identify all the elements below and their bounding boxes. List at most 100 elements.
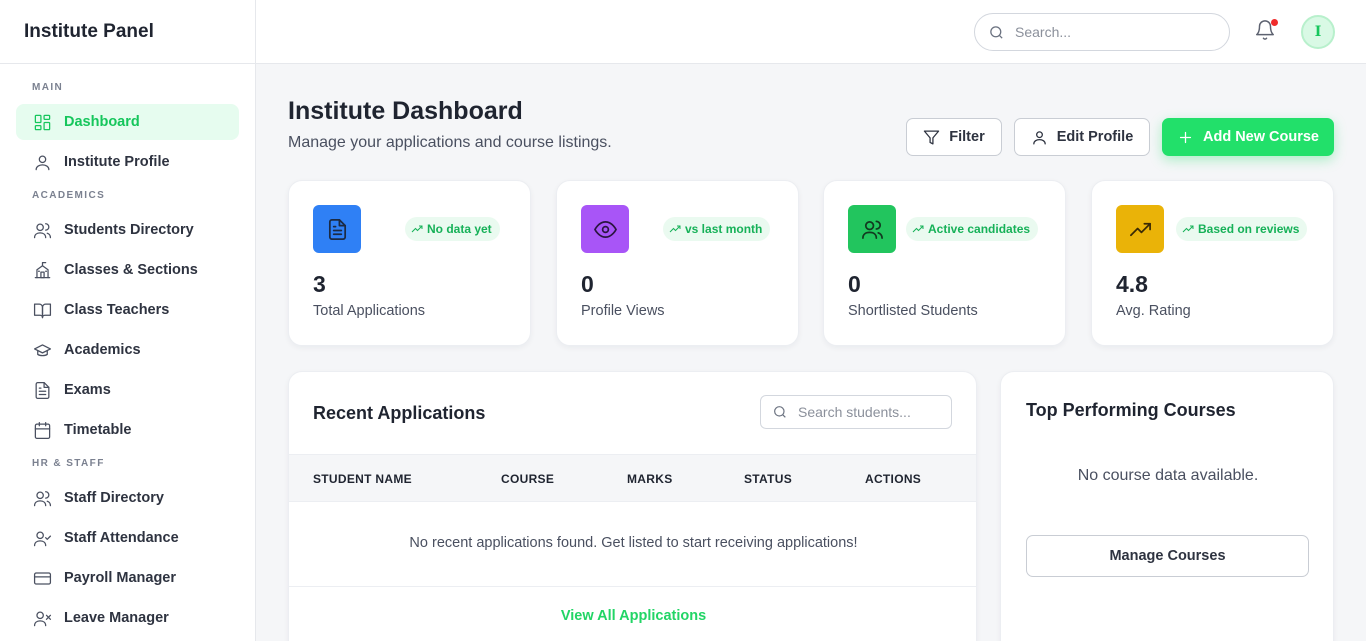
stat-label: Shortlisted Students (848, 303, 978, 319)
trend-up-icon (1182, 225, 1194, 233)
page-title: Institute Dashboard (288, 97, 523, 125)
users-icon (32, 488, 52, 508)
trend-up-icon (411, 225, 423, 233)
divider (289, 586, 976, 587)
edit-profile-button[interactable]: Edit Profile (1014, 118, 1150, 156)
stat-badge: vs last month (663, 217, 771, 241)
column-header-marks: MARKS (627, 472, 673, 486)
stat-card-shortlisted-students: Active candidates 0 Shortlisted Students (823, 180, 1066, 346)
manage-courses-button[interactable]: Manage Courses (1026, 535, 1309, 577)
sidebar-item-label: Exams (64, 382, 111, 398)
trending-up-icon (1129, 222, 1151, 236)
top-courses-card: Top Performing Courses No course data av… (1000, 371, 1334, 641)
sidebar-nav: MAIN Dashboard Institute Profile ACADEMI… (0, 64, 255, 636)
stat-value: 4.8 (1116, 271, 1148, 297)
sidebar-item-label: Staff Attendance (64, 530, 179, 546)
top-courses-title: Top Performing Courses (1026, 400, 1236, 420)
dashboard-grid-icon (32, 112, 52, 132)
column-header-actions: ACTIONS (865, 472, 922, 486)
calendar-icon (32, 420, 52, 440)
sidebar-item-label: Timetable (64, 422, 132, 438)
notification-dot (1271, 19, 1278, 26)
sidebar-item-staff-directory[interactable]: Staff Directory (16, 480, 239, 516)
sidebar-item-label: Academics (64, 342, 141, 358)
stat-value: 0 (848, 271, 861, 297)
student-search[interactable] (760, 395, 952, 429)
stat-value: 0 (581, 271, 594, 297)
sidebar-item-label: Students Directory (64, 222, 194, 238)
filter-button[interactable]: Filter (906, 118, 1002, 156)
sidebar-item-label: Class Teachers (64, 302, 170, 318)
column-header-student-name: STUDENT NAME (313, 472, 412, 486)
stat-tile (848, 205, 896, 253)
book-open-icon (32, 300, 52, 320)
stat-tile (313, 205, 361, 253)
user-check-icon (32, 528, 52, 548)
file-text-icon (32, 380, 52, 400)
users-icon (861, 219, 883, 239)
sidebar-item-label: Dashboard (64, 114, 140, 130)
user-icon (32, 152, 52, 172)
trend-up-icon (669, 225, 681, 233)
search-icon (990, 25, 1003, 39)
stat-tile (1116, 205, 1164, 253)
sidebar-item-students-directory[interactable]: Students Directory (16, 212, 239, 248)
sidebar-item-label: Leave Manager (64, 610, 169, 626)
file-text-icon (328, 218, 346, 240)
stat-badge-text: Based on reviews (1198, 222, 1300, 236)
add-new-course-button[interactable]: Add New Course (1162, 118, 1334, 156)
sidebar-item-label: Classes & Sections (64, 262, 198, 278)
column-header-status: STATUS (744, 472, 793, 486)
sidebar-item-classes-sections[interactable]: Classes & Sections (16, 252, 239, 288)
sidebar-item-dashboard[interactable]: Dashboard (16, 104, 239, 140)
stat-label: Total Applications (313, 303, 426, 319)
credit-card-icon (32, 568, 52, 588)
sidebar-item-label: Staff Directory (64, 490, 164, 506)
sidebar: Institute Panel MAIN Dashboard Institute… (0, 0, 256, 641)
plus-icon (1179, 131, 1192, 143)
stat-label: Avg. Rating (1116, 303, 1191, 319)
sidebar-item-timetable[interactable]: Timetable (16, 412, 239, 448)
stat-label: Profile Views (581, 303, 665, 319)
search-input[interactable] (1015, 24, 1205, 40)
sidebar-item-class-teachers[interactable]: Class Teachers (16, 292, 239, 328)
column-header-course: COURSE (501, 472, 555, 486)
filter-button-label: Filter (949, 129, 985, 145)
table-header: STUDENT NAME COURSE MARKS STATUS ACTIONS (289, 454, 976, 502)
sidebar-item-payroll-manager[interactable]: Payroll Manager (16, 560, 239, 596)
stat-badge-text: vs last month (685, 222, 763, 236)
stat-card-profile-views: vs last month 0 Profile Views (556, 180, 799, 346)
graduation-cap-icon (32, 340, 52, 360)
search-icon (774, 406, 786, 418)
notifications-button[interactable] (1254, 19, 1278, 43)
stat-badge: Based on reviews (1176, 217, 1308, 241)
page-subtitle: Manage your applications and course list… (288, 134, 612, 151)
no-course-data-message: No course data available. (1077, 467, 1259, 484)
student-search-input[interactable] (798, 404, 948, 420)
sidebar-item-institute-profile[interactable]: Institute Profile (16, 144, 239, 180)
user-icon (1032, 130, 1046, 145)
global-search[interactable] (974, 13, 1230, 51)
stat-badge: No data yet (405, 217, 500, 241)
trend-up-icon (912, 225, 924, 233)
users-icon (32, 220, 52, 240)
add-new-course-button-label: Add New Course (1202, 129, 1319, 145)
stat-badge-text: No data yet (427, 222, 492, 236)
empty-state-message: No recent applications found. Get listed… (409, 535, 858, 551)
sidebar-item-academics[interactable]: Academics (16, 332, 239, 368)
sidebar-item-exams[interactable]: Exams (16, 372, 239, 408)
stat-card-avg-rating: Based on reviews 4.8 Avg. Rating (1091, 180, 1334, 346)
sidebar-item-staff-attendance[interactable]: Staff Attendance (16, 520, 239, 556)
top-bar: I (256, 0, 1366, 64)
stat-badge: Active candidates (906, 217, 1039, 241)
sidebar-item-label: Institute Profile (64, 154, 170, 170)
avatar[interactable]: I (1301, 15, 1335, 49)
nav-section-academics: ACADEMICS (32, 190, 106, 201)
nav-section-hr-staff: HR & STAFF (32, 458, 105, 469)
stat-badge-text: Active candidates (928, 222, 1031, 236)
view-all-applications-link[interactable]: View All Applications (289, 608, 976, 624)
user-x-icon (32, 608, 52, 628)
sidebar-item-leave-manager[interactable]: Leave Manager (16, 600, 239, 636)
recent-applications-card: Recent Applications STUDENT NAME COURSE … (288, 371, 977, 641)
brand-title: Institute Panel (0, 0, 255, 64)
